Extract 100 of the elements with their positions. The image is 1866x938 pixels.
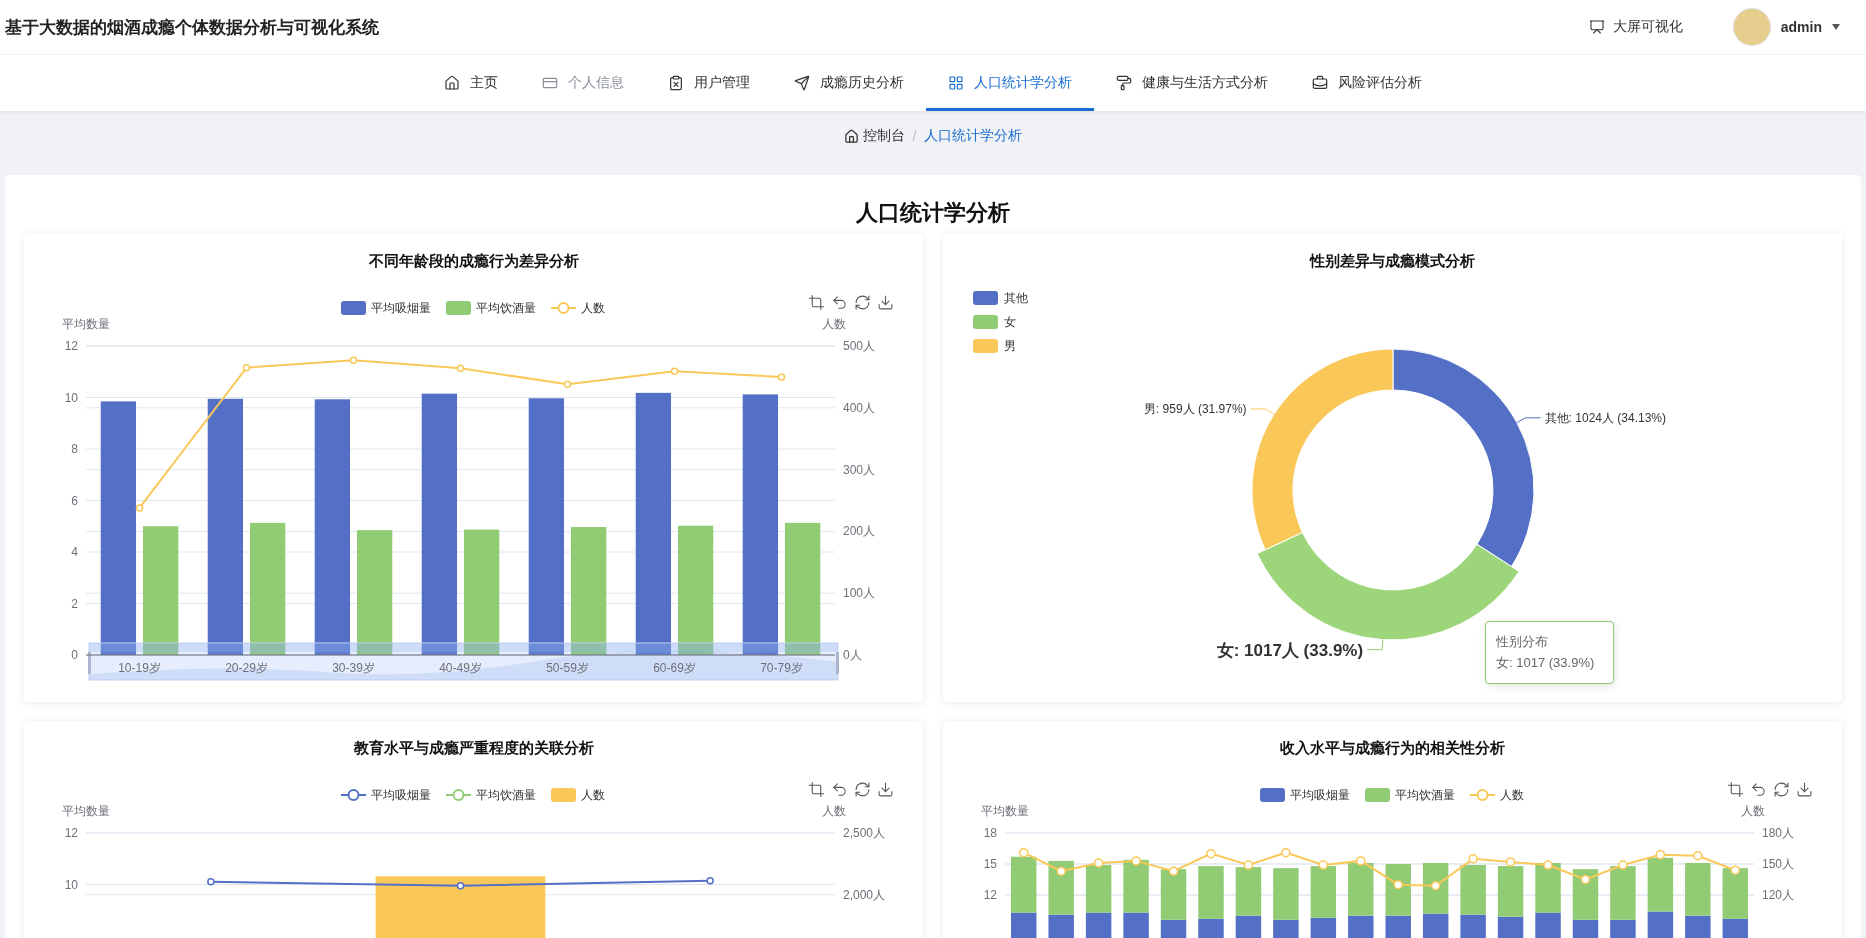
legend-label[interactable]: 平均吸烟量 — [1290, 788, 1350, 802]
point — [1580, 874, 1591, 885]
axis-label: 18 — [983, 826, 997, 840]
undo-icon[interactable] — [833, 296, 846, 309]
point — [1018, 847, 1029, 858]
monitor-icon — [1588, 19, 1605, 35]
point — [563, 380, 572, 389]
point — [349, 356, 358, 364]
refresh-icon[interactable] — [1775, 783, 1788, 796]
legend-label[interactable]: 男 — [1004, 339, 1016, 353]
axis-label: 4 — [71, 545, 78, 559]
point — [1693, 850, 1703, 861]
zoom-slider[interactable] — [88, 642, 839, 681]
chart-title: 性别差异与成瘾模式分析 — [1308, 251, 1476, 271]
point — [1168, 866, 1179, 876]
point — [1505, 857, 1516, 867]
grid-icon — [948, 75, 964, 91]
axis-label: 200人 — [843, 524, 876, 539]
axis-label: 500人 — [843, 339, 876, 353]
axis-label: 0 — [71, 648, 78, 662]
slice-label: 女: 1017人 (33.9%) — [1216, 640, 1364, 660]
point — [1393, 879, 1403, 890]
legend-label[interactable]: 平均饮酒量 — [1395, 788, 1455, 802]
point — [1430, 880, 1441, 891]
crop-icon[interactable] — [1728, 782, 1743, 797]
point — [242, 363, 251, 372]
leader-line — [1250, 408, 1275, 415]
axis-title: 平均数量 — [62, 804, 110, 818]
slice-label: 男: 959人 (31.97%) — [1143, 401, 1247, 416]
legend-label[interactable]: 平均吸烟量 — [371, 301, 431, 315]
download-icon[interactable] — [1798, 783, 1811, 796]
home-icon — [444, 75, 460, 91]
point — [1093, 858, 1104, 868]
legend-label[interactable]: 平均吸烟量 — [371, 788, 431, 802]
undo-icon[interactable] — [1752, 783, 1765, 796]
chart-title: 收入水平与成瘾行为的相关性分析 — [1279, 738, 1506, 758]
caret-icon[interactable] — [1832, 24, 1840, 30]
axis-label: 70-79岁 — [760, 661, 803, 675]
download-icon[interactable] — [879, 296, 892, 309]
point — [135, 504, 144, 512]
axis-label: 12 — [64, 826, 78, 840]
donut-slice[interactable] — [1392, 348, 1535, 567]
legend-label[interactable]: 其他 — [1004, 291, 1028, 305]
axis-label: 150人 — [1762, 857, 1795, 871]
nav-tab[interactable]: 主页 — [422, 55, 520, 111]
user-name[interactable]: admin — [1780, 19, 1822, 35]
axis-label: 100人 — [843, 586, 876, 601]
chart-title: 不同年龄段的成瘾行为差异分析 — [367, 251, 580, 271]
nav-tab[interactable]: 成瘾历史分析 — [772, 55, 926, 111]
breadcrumb-separator: / — [912, 128, 917, 144]
axis-label: 2 — [71, 596, 78, 611]
legend-label[interactable]: 女 — [1004, 315, 1016, 329]
point — [1243, 860, 1254, 870]
axis-title: 人数 — [822, 317, 846, 331]
axis-label: 10 — [64, 390, 78, 405]
legend-label[interactable]: 平均饮酒量 — [476, 301, 536, 315]
nav-tab[interactable]: 风险评估分析 — [1290, 55, 1444, 111]
axis-label: 8 — [71, 442, 78, 456]
axis-label: 12 — [983, 888, 997, 902]
nav-tab[interactable]: 用户管理 — [646, 55, 772, 111]
card-icon — [542, 75, 558, 91]
nav-tab[interactable]: 健康与生活方式分析 — [1094, 55, 1290, 111]
axis-label: 30-39岁 — [332, 661, 375, 675]
point — [1056, 866, 1066, 876]
legend-label[interactable]: 人数 — [581, 788, 605, 802]
axis-label: 0人 — [843, 648, 862, 662]
point — [1281, 847, 1291, 858]
leader-line — [1366, 639, 1384, 651]
undo-icon[interactable] — [833, 783, 846, 796]
point — [1468, 854, 1478, 864]
big-screen-link[interactable]: 大屏可视化 — [1588, 18, 1683, 36]
download-icon[interactable] — [879, 783, 892, 796]
paper-plane-icon — [794, 75, 810, 91]
axis-label: 2,000人 — [843, 887, 886, 902]
crop-icon[interactable] — [809, 782, 824, 797]
nav-tab[interactable]: 人口统计学分析 — [926, 55, 1094, 111]
point — [1206, 848, 1216, 859]
legend-label[interactable]: 人数 — [1500, 788, 1524, 802]
point — [1131, 856, 1141, 866]
axis-label: 50-59岁 — [546, 661, 589, 675]
slice-label: 其他: 1024人 (34.13%) — [1544, 410, 1666, 425]
axis-label: 12 — [64, 339, 78, 353]
crop-icon[interactable] — [809, 295, 824, 310]
legend-label[interactable]: 平均饮酒量 — [476, 788, 536, 802]
point — [777, 373, 786, 381]
breadcrumb-link[interactable]: 控制台 — [843, 127, 905, 145]
legend-label[interactable]: 人数 — [581, 301, 605, 315]
briefcase-icon — [1312, 75, 1328, 91]
axis-label: 10-19岁 — [118, 661, 161, 675]
leader-line — [1516, 417, 1542, 424]
axis-label: 6 — [71, 493, 78, 508]
axis-label: 20-29岁 — [225, 661, 268, 675]
breadcrumb-current[interactable]: 人口统计学分析 — [924, 127, 1023, 145]
point — [670, 367, 679, 376]
refresh-icon[interactable] — [856, 296, 869, 309]
point — [1318, 860, 1329, 870]
axis-title: 平均数量 — [981, 804, 1029, 818]
app-title: 基于大数据的烟酒成瘾个体数据分析与可视化系统 — [5, 16, 379, 39]
point — [1618, 860, 1628, 870]
refresh-icon[interactable] — [856, 783, 869, 796]
